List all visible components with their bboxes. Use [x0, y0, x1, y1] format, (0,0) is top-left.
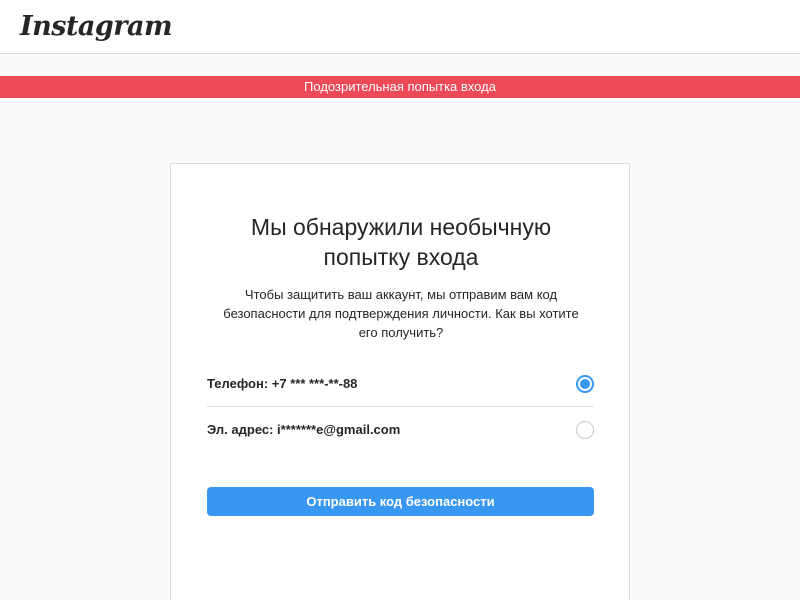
suspicious-login-banner: Подозрительная попытка входа	[0, 76, 800, 98]
top-navigation-bar: Instagram	[0, 0, 800, 54]
description-line-2: безопасности для подтверждения личности.…	[223, 306, 579, 321]
email-option-label: Эл. адрес: i*******e@gmail.com	[207, 422, 401, 437]
description-line-1: Чтобы защитить ваш аккаунт, мы отправим …	[244, 287, 558, 302]
verification-description: Чтобы защитить ваш аккаунт, мы отправим …	[207, 285, 595, 342]
verification-card: Мы обнаружили необычную попытку входа Чт…	[170, 163, 630, 600]
title-line-2: попытку входа	[323, 244, 479, 270]
instagram-logo[interactable]: Instagram	[20, 10, 173, 44]
send-security-code-button[interactable]: Отправить код безопасности	[207, 487, 594, 516]
email-radio[interactable]	[576, 421, 594, 439]
phone-radio[interactable]	[576, 375, 594, 393]
description-line-3: его получить?	[358, 325, 444, 340]
phone-option[interactable]: Телефон: +7 *** ***-**-88	[207, 361, 594, 407]
page-title: Мы обнаружили необычную попытку входа	[201, 212, 601, 272]
email-option[interactable]: Эл. адрес: i*******e@gmail.com	[207, 407, 594, 453]
phone-option-label: Телефон: +7 *** ***-**-88	[207, 376, 358, 391]
title-line-1: Мы обнаружили необычную	[250, 214, 552, 240]
